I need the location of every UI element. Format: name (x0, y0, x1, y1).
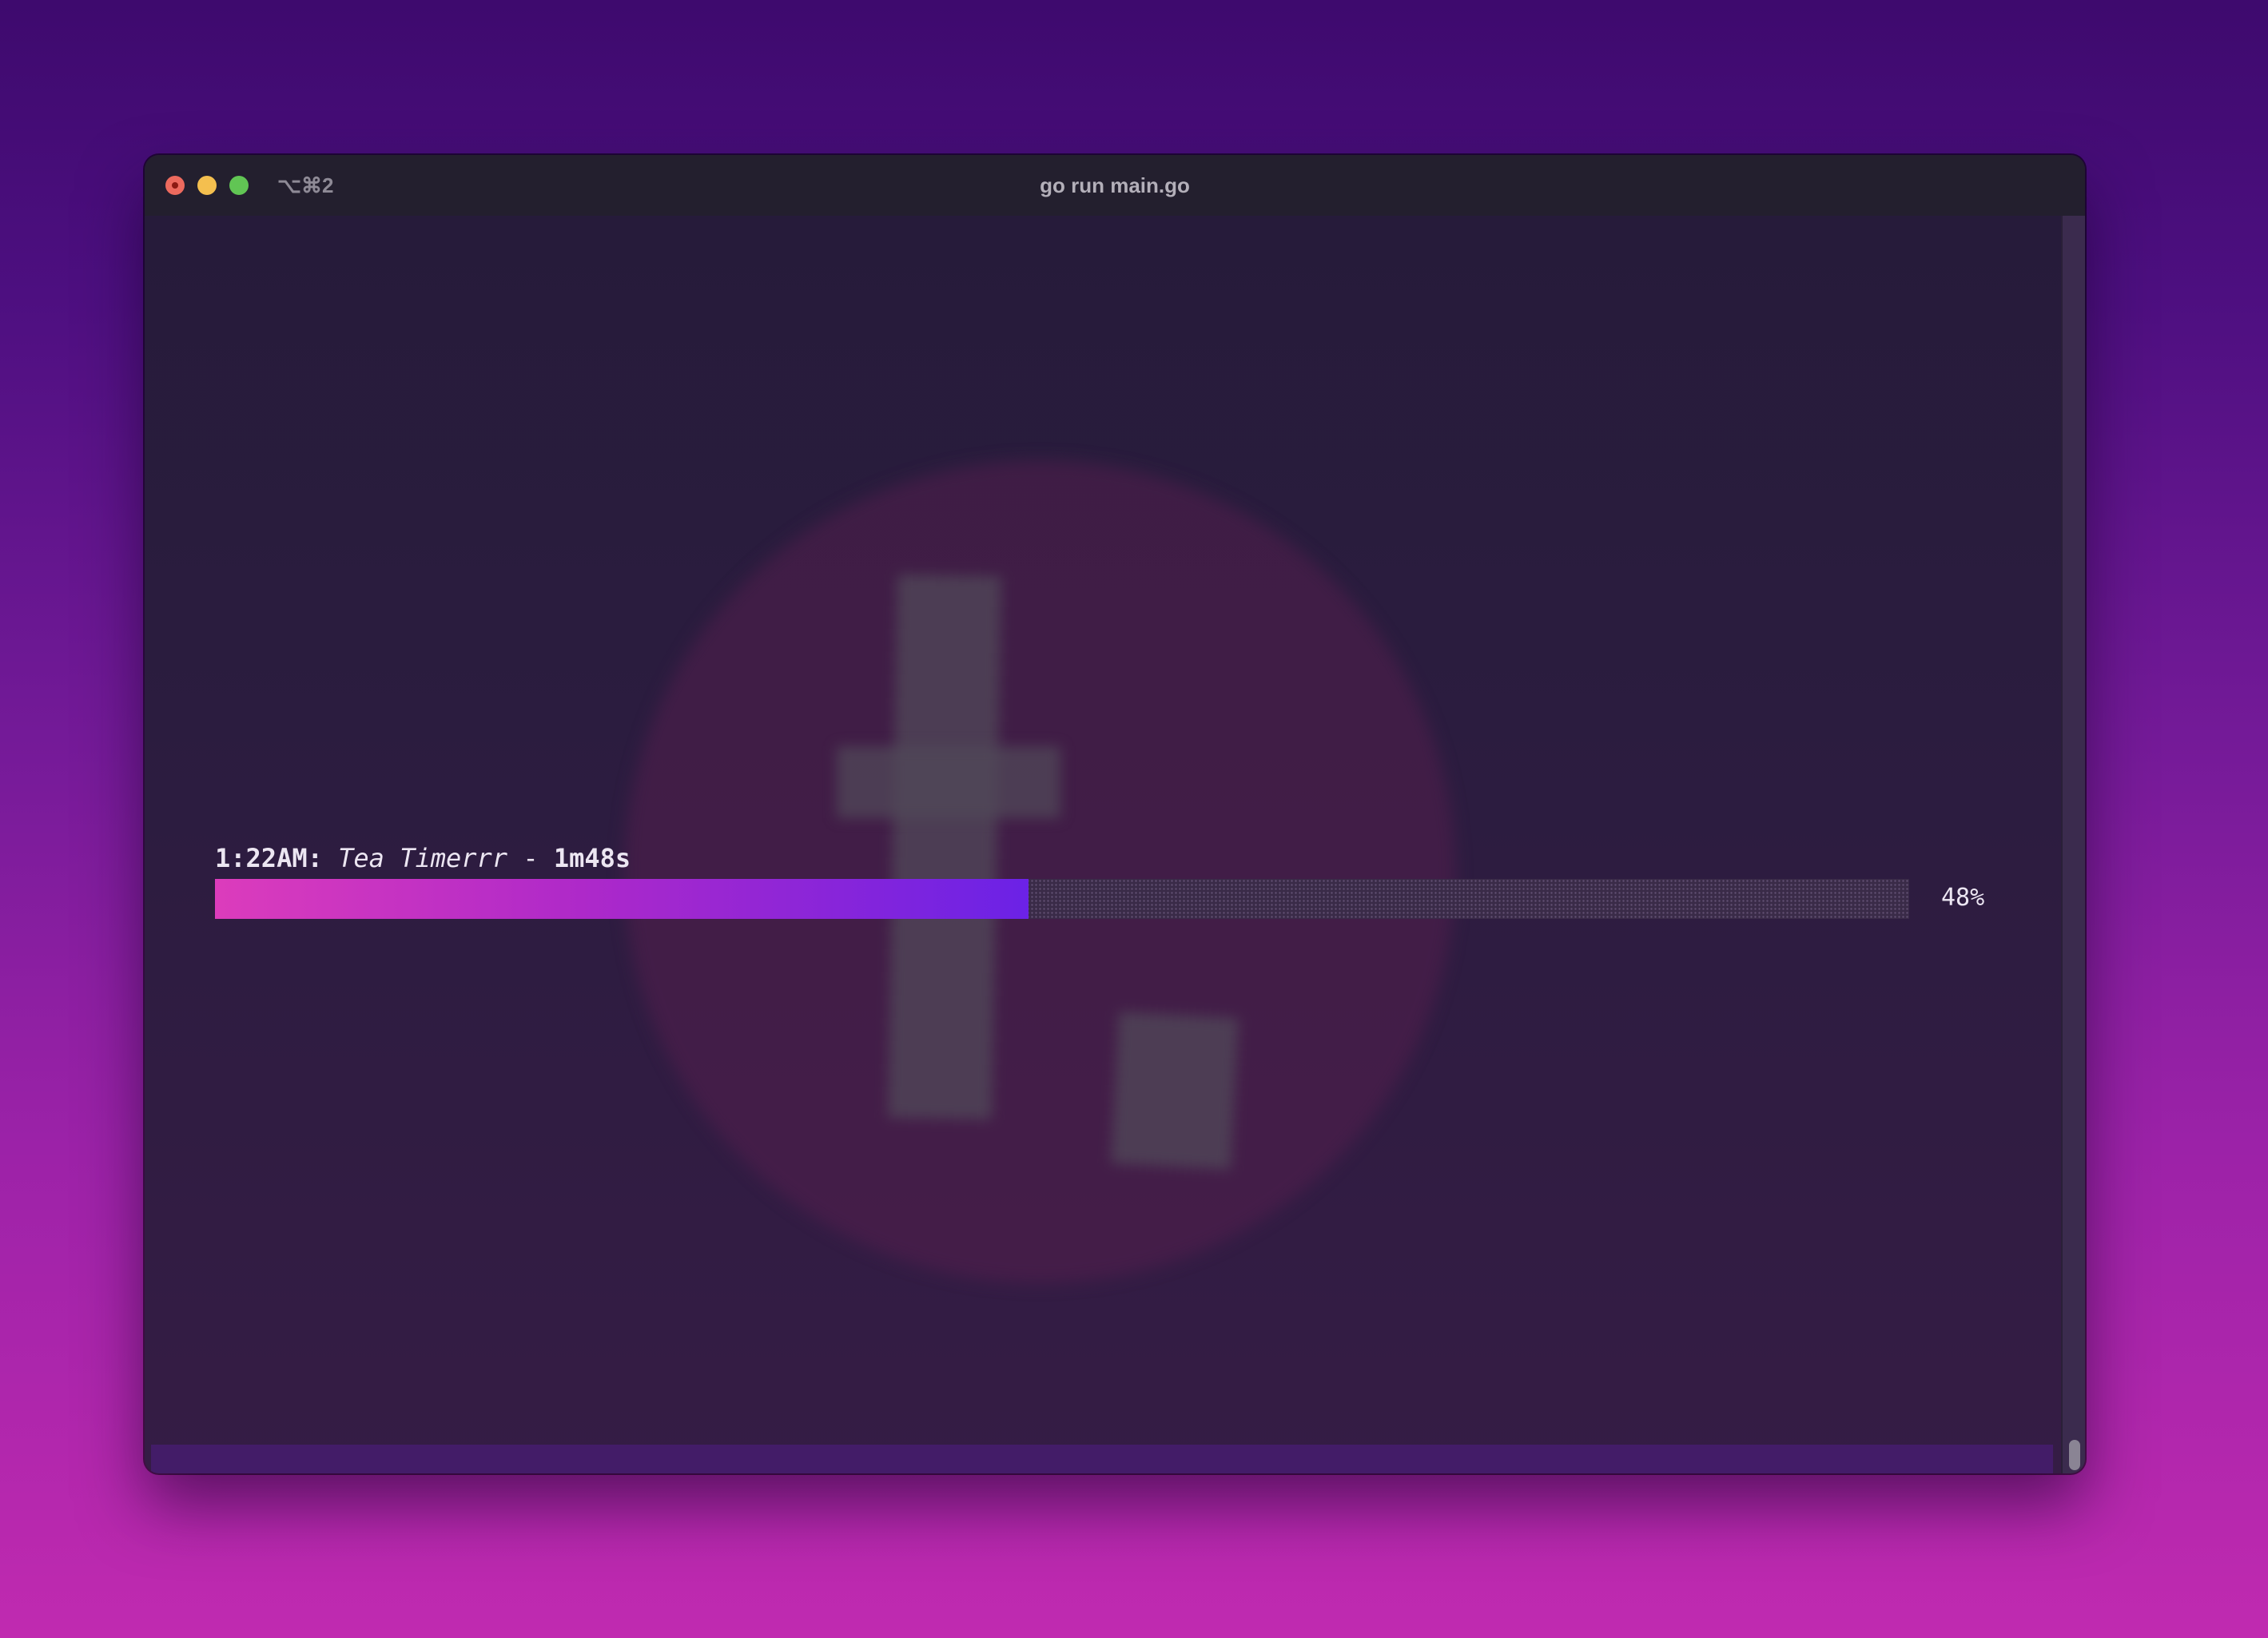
scrollbar-thumb[interactable] (2069, 1440, 2080, 1470)
logo-watermark-crossbar (837, 746, 1060, 818)
logo-watermark-dot (1111, 1012, 1239, 1170)
terminal-content[interactable]: 1:22AM: Tea Timerrr - 1m48s 48% (145, 216, 2061, 1473)
progress-bar (215, 879, 1909, 919)
timer-separator: - (523, 843, 539, 873)
title-bar[interactable]: ⌥⌘2 go run main.go (145, 155, 2085, 216)
timer-status-line: 1:22AM: Tea Timerrr - 1m48s (215, 842, 631, 874)
logo-watermark-icon (624, 460, 1455, 1283)
status-line (151, 1445, 2053, 1473)
terminal-window: ⌥⌘2 go run main.go 1:22AM: Tea Timerrr -… (145, 155, 2085, 1473)
timer-remaining: 1m48s (553, 843, 631, 873)
progress-bar-fill (215, 879, 1029, 919)
scrollbar[interactable] (2061, 216, 2085, 1473)
window-title: go run main.go (1040, 173, 1190, 197)
progress-percent-label: 48% (1941, 884, 1985, 912)
timer-name: Tea Timerrr (338, 843, 508, 873)
logo-watermark-stem (888, 574, 1001, 1120)
timer-clock: 1:22AM: (215, 843, 323, 873)
